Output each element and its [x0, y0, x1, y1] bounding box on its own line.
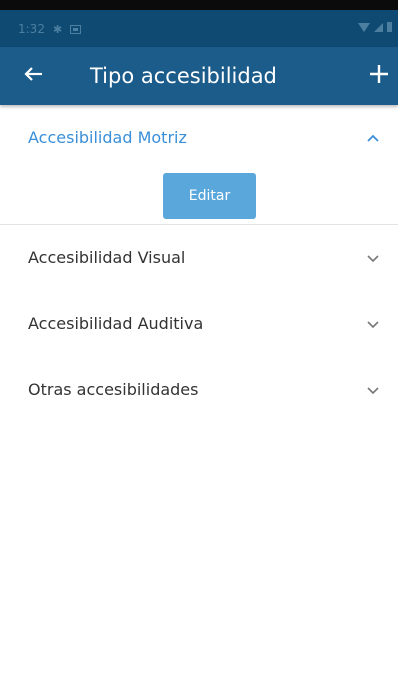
chevron-up-icon — [367, 134, 379, 142]
image-icon — [70, 24, 82, 34]
edit-button[interactable]: Editar — [163, 173, 256, 219]
status-bar: 1:32 ✱ — [0, 10, 398, 47]
battery-icon — [387, 22, 392, 32]
arrow-left-icon[interactable] — [18, 59, 48, 89]
accordion-item-otras[interactable]: Otras accesibilidades — [0, 357, 398, 423]
gear-icon: ✱ — [52, 22, 63, 36]
screen-top-edge — [0, 0, 398, 10]
accordion-item-label: Accesibilidad Visual — [28, 248, 186, 267]
status-left-group: 1:32 ✱ — [18, 22, 82, 36]
accordion-item-label: Otras accesibilidades — [28, 380, 199, 399]
chevron-down-icon — [367, 255, 379, 263]
accordion-item-motriz[interactable]: Accesibilidad Motriz — [0, 105, 398, 171]
accordion-item-visual[interactable]: Accesibilidad Visual — [0, 225, 398, 291]
accordion-item-auditiva[interactable]: Accesibilidad Auditiva — [0, 291, 398, 357]
plus-icon[interactable] — [364, 59, 394, 89]
chevron-down-icon — [367, 387, 379, 395]
accordion-list: Accesibilidad Motriz Editar Accesibilida… — [0, 105, 398, 423]
accordion-panel-motriz: Editar — [0, 171, 398, 224]
chevron-down-icon — [367, 321, 379, 329]
accordion-item-label: Accesibilidad Auditiva — [28, 314, 204, 333]
page-title: Tipo accesibilidad — [90, 64, 277, 88]
app-bar: Tipo accesibilidad — [0, 47, 398, 105]
status-right-group — [358, 22, 392, 32]
signal-icon — [374, 22, 383, 32]
status-time: 1:32 — [18, 22, 45, 36]
accordion-item-label: Accesibilidad Motriz — [28, 128, 187, 147]
wifi-icon — [358, 22, 370, 32]
